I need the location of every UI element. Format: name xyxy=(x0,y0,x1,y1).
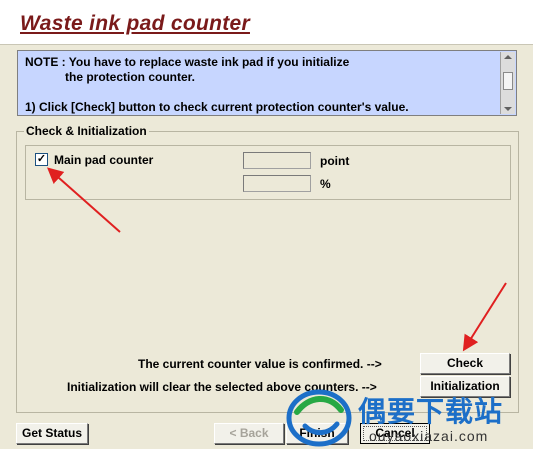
get-status-button[interactable]: Get Status xyxy=(16,423,88,444)
watermark-text: 偶要下载站 xyxy=(358,396,504,427)
watermark-logo-icon xyxy=(286,389,352,447)
point-field xyxy=(243,152,311,169)
group-label: Check & Initialization xyxy=(24,124,149,138)
watermark-url: ouyaoxiazai.com xyxy=(369,428,489,444)
window-title: Waste ink pad counter xyxy=(20,12,250,35)
note-text: NOTE : You have to replace waste ink pad… xyxy=(25,55,495,115)
scroll-up-icon[interactable] xyxy=(504,55,512,59)
title-bar: Waste ink pad counter xyxy=(0,0,533,45)
back-button[interactable]: < Back xyxy=(214,423,284,444)
note-scrollbar[interactable] xyxy=(500,52,515,114)
percent-field xyxy=(243,175,311,192)
note-box: NOTE : You have to replace waste ink pad… xyxy=(17,50,517,116)
scroll-thumb[interactable] xyxy=(503,72,513,90)
note-line-4: 1) Click [Check] button to check current… xyxy=(25,100,409,114)
note-line-1: NOTE : You have to replace waste ink pad… xyxy=(25,55,350,69)
percent-unit: % xyxy=(320,177,331,191)
note-line-2: the protection counter. xyxy=(25,70,196,84)
scroll-down-icon[interactable] xyxy=(504,107,512,111)
main-pad-checkbox[interactable]: ✓ xyxy=(35,153,48,166)
main-pad-label[interactable]: Main pad counter xyxy=(54,153,153,167)
check-button[interactable]: Check xyxy=(420,353,510,374)
point-unit: point xyxy=(320,154,350,168)
confirm-text: The current counter value is confirmed. … xyxy=(138,357,382,371)
